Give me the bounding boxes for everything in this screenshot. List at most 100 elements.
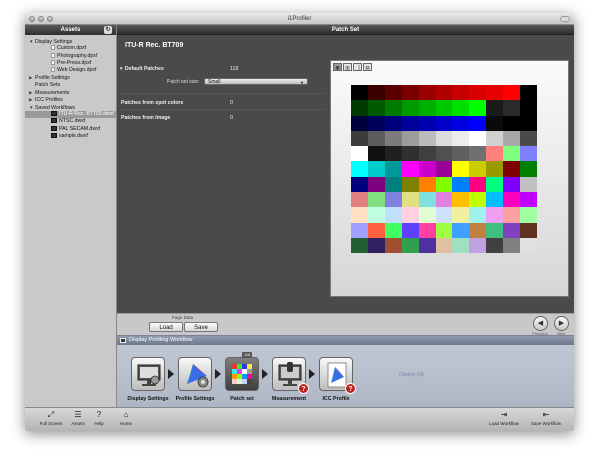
patch-set-size-select[interactable]: Small ▼: [204, 78, 308, 85]
save-workflow-button[interactable]: ⇤ Save Workflow: [527, 410, 565, 426]
color-patch: [503, 100, 521, 116]
tree-item[interactable]: PAL SECAM.dwxf: [25, 125, 116, 133]
previous-button[interactable]: ◀: [533, 316, 548, 331]
page-title: ITU-R Rec. BT709: [125, 42, 184, 49]
step-label-icc-profile: ICC Profile: [322, 396, 350, 402]
bottom-toolbar: ⤢ Full Screen ☰ Assets ? Help ⌂ Home ⇥ L…: [25, 407, 574, 431]
load-button[interactable]: Load: [149, 322, 183, 332]
full-screen-icon: ⤢: [47, 410, 55, 419]
color-patch: [401, 161, 419, 177]
color-patch: [367, 222, 385, 238]
tree-item[interactable]: ▶ Profile Settings: [25, 74, 116, 81]
help-button[interactable]: ? Help: [91, 410, 107, 426]
columns-view-icon[interactable]: ▥: [343, 63, 352, 71]
color-patch: [367, 85, 385, 101]
color-patch: [351, 146, 368, 162]
save-button[interactable]: Save: [184, 322, 218, 332]
color-patch: [452, 207, 470, 223]
close-window-icon[interactable]: [29, 16, 35, 22]
grid-view-icon[interactable]: ▦: [333, 63, 342, 71]
color-patch: [452, 85, 470, 101]
workflow-icon: [51, 132, 57, 138]
color-patch: [520, 207, 537, 223]
color-patch: [418, 222, 436, 238]
color-patch: [367, 176, 385, 193]
patch-grid: [351, 85, 537, 254]
tree-item[interactable]: sample.dwxf: [25, 132, 116, 140]
toolbar-toggle-button[interactable]: [560, 16, 570, 22]
page-data-label: Page Data: [171, 315, 194, 320]
tree-item[interactable]: Web Design.dpxf: [25, 67, 116, 74]
tree-item[interactable]: Photography.dpxf: [25, 52, 116, 60]
color-patch: [384, 192, 402, 208]
patch-set-panel: Patch Set ITU-R Rec. BT709 ▼ Default Pat…: [117, 25, 574, 313]
chevron-down-icon: ▼: [300, 80, 304, 85]
window-title: i1Profiler: [287, 16, 312, 22]
minimize-window-icon[interactable]: [38, 16, 44, 22]
color-patch: [435, 222, 453, 238]
tree-item-label: PAL SECAM.dwxf: [59, 125, 101, 132]
tree-item[interactable]: ▼ Display Settings: [25, 38, 116, 45]
color-patch: [384, 100, 402, 116]
tree-item[interactable]: Pre-Press.dpxf: [25, 59, 116, 67]
color-patch: [520, 161, 537, 177]
color-patch: [452, 115, 470, 131]
workflow-icon: [51, 125, 57, 131]
load-workflow-button[interactable]: ⇥ Load Workflow: [486, 410, 522, 426]
color-patch: [435, 176, 453, 193]
color-patch: [435, 161, 453, 177]
assets-tree: ▼ Display Settings Custom.dpxf Photography.…: [25, 35, 116, 140]
color-patch: [418, 176, 436, 193]
next-button[interactable]: ▶: [554, 316, 569, 331]
color-patch: [486, 192, 504, 208]
color-patch: [486, 207, 504, 223]
home-button[interactable]: ⌂ Home: [117, 410, 135, 426]
list-view-icon[interactable]: ▤: [363, 63, 372, 71]
color-patch: [351, 222, 368, 238]
step-profile-settings[interactable]: [178, 357, 212, 391]
color-patch: [486, 146, 504, 162]
color-patch: [520, 176, 537, 193]
tree-item[interactable]: ▶ Measurements: [25, 89, 116, 96]
load-workflow-label: Load Workflow: [489, 421, 519, 426]
color-patch: [418, 130, 436, 147]
step-measurement[interactable]: ?: [272, 357, 309, 394]
color-patch: [520, 115, 537, 131]
zoom-window-icon[interactable]: [47, 16, 53, 22]
arrow-right-icon: [215, 369, 221, 379]
color-patch: [351, 207, 368, 223]
tree-item[interactable]: ▼ Saved Workflows: [25, 104, 116, 111]
tree-item[interactable]: ITU-R Rec. BT709.dwxf: [25, 110, 116, 119]
color-patch: [418, 192, 436, 208]
assets-button[interactable]: ☰ Assets: [68, 410, 88, 426]
step-patch-set[interactable]: 118: [225, 352, 259, 391]
color-patch: [452, 222, 470, 238]
display-qa-link[interactable]: Display QA: [399, 372, 424, 378]
tree-item[interactable]: Custom.dpxf: [25, 45, 116, 52]
color-patch: [520, 237, 537, 254]
document-icon: [51, 45, 55, 51]
full-screen-button[interactable]: ⤢ Full Screen: [37, 410, 65, 426]
tree-item-label: ICC Profiles: [35, 97, 63, 104]
color-patch: [351, 161, 368, 177]
tree-item-label: Patch Sets: [35, 81, 61, 88]
tree-item[interactable]: Patch Sets: [25, 82, 116, 89]
tree-item[interactable]: NTSC.dwxf: [25, 118, 116, 125]
step-display-settings[interactable]: [131, 357, 165, 391]
image-patches-label: Patches from Image: [121, 115, 171, 121]
step-icc-profile[interactable]: ?: [319, 357, 356, 394]
color-patch: [401, 115, 419, 131]
app-window: i1Profiler Assets ↻ ▼ Display Settings Cus…: [25, 13, 574, 431]
color-patch: [503, 146, 521, 162]
color-patch: [503, 192, 521, 208]
tree-item[interactable]: ▶ ICC Profiles: [25, 96, 116, 103]
assets-header: Assets ↻: [25, 25, 116, 35]
color-patch: [367, 146, 385, 162]
color-patch: [351, 237, 368, 254]
color-patch: [435, 192, 453, 208]
refresh-icon[interactable]: ↻: [104, 26, 112, 34]
color-patch: [452, 161, 470, 177]
single-column-view-icon[interactable]: ▕: [353, 63, 362, 71]
color-patch: [367, 192, 385, 208]
default-patches-toggle[interactable]: ▼ Default Patches: [119, 66, 164, 72]
